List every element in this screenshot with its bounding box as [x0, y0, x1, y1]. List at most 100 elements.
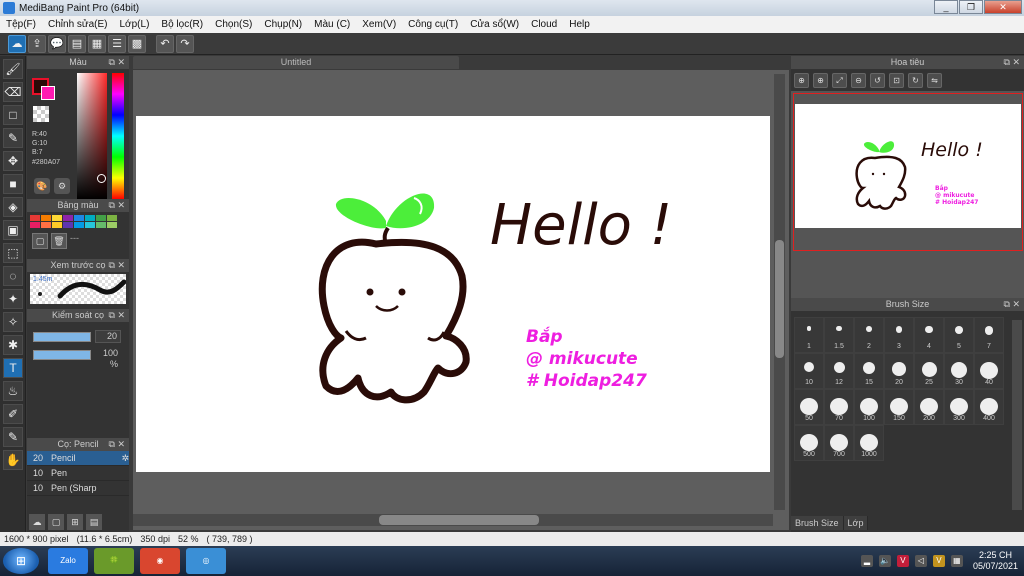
chat-icon[interactable]: 💬 — [48, 34, 66, 53]
brush-size-option[interactable]: 200 — [914, 389, 944, 425]
brush-size-option[interactable]: 15 — [854, 353, 884, 389]
brush-size-option[interactable]: 1 — [794, 317, 824, 353]
volume-icon[interactable]: 🔈 — [878, 555, 891, 567]
brush-size-option[interactable]: 100 — [854, 389, 884, 425]
brush-size-option[interactable]: 700 — [824, 425, 854, 461]
pen-tool-icon[interactable]: ✎ — [3, 128, 23, 148]
new-palette-icon[interactable]: ▢ — [32, 233, 48, 249]
brush-size-option[interactable]: 3 — [884, 317, 914, 353]
menu-select[interactable]: Chọn(S) — [215, 19, 252, 30]
palette-swatch[interactable] — [96, 222, 106, 228]
brush-size-option[interactable]: 70 — [824, 389, 854, 425]
panel-close-icon[interactable]: ⧉ ✕ — [1004, 298, 1020, 311]
panel-close-icon[interactable]: ⧉ ✕ — [109, 438, 125, 451]
cloud-brush-icon[interactable]: ☁ — [29, 514, 45, 530]
palette-swatch[interactable] — [52, 222, 62, 228]
taskbar-zalo[interactable]: Zalo — [48, 548, 88, 574]
brush-item-pen-sharp[interactable]: 10 Pen (Sharp — [27, 481, 129, 496]
palette-swatch[interactable] — [96, 215, 106, 221]
speaker-icon[interactable]: ◁ — [914, 555, 927, 567]
menu-tools[interactable]: Công cụ(T) — [408, 19, 458, 30]
color-picker-marker[interactable] — [97, 174, 106, 183]
brush-size-value[interactable]: 20 — [95, 330, 121, 343]
clock[interactable]: 2:25 CH 05/07/2021 — [973, 550, 1018, 572]
fill-rect-tool-icon[interactable]: ■ — [3, 174, 23, 194]
brush-tool-icon[interactable]: 🖌 — [3, 59, 23, 79]
close-button[interactable]: ✕ — [984, 0, 1022, 14]
palette-swatch[interactable] — [85, 215, 95, 221]
signal-icon[interactable]: ▂ — [860, 555, 873, 567]
vertical-scroll-thumb[interactable] — [775, 240, 784, 358]
rotate-right-icon[interactable]: ↻ — [908, 72, 923, 88]
brush-size-option[interactable]: 25 — [914, 353, 944, 389]
brush-size-option[interactable]: 1000 — [854, 425, 884, 461]
palette-swatch[interactable] — [63, 222, 73, 228]
panel-close-icon[interactable]: ⧉ ✕ — [1004, 56, 1020, 69]
tab-brush-size[interactable]: Brush Size — [791, 516, 844, 530]
brush-item-pencil[interactable]: 20 Pencil ✲ — [27, 451, 129, 466]
bucket-tool-icon[interactable]: ◈ — [3, 197, 23, 217]
eraser-tool-icon[interactable]: ⌫ — [3, 82, 23, 102]
menu-capture[interactable]: Chụp(N) — [264, 19, 302, 30]
menu-help[interactable]: Help — [569, 19, 590, 30]
panel-close-icon[interactable]: ⧉ ✕ — [109, 56, 125, 69]
zoom-in-2-icon[interactable]: ⊕ — [813, 72, 828, 88]
brush-size-scrollbar[interactable] — [1012, 320, 1022, 510]
cloud-icon[interactable]: ☁ — [8, 34, 26, 53]
brush-opacity-slider[interactable] — [33, 350, 91, 360]
brush-size-option[interactable]: 400 — [974, 389, 1004, 425]
taskbar-chrome[interactable]: ◉ — [140, 548, 180, 574]
network-icon[interactable]: ▦ — [950, 555, 963, 567]
list-icon[interactable]: ☰ — [108, 34, 126, 53]
panel-close-icon[interactable]: ⧉ ✕ — [109, 199, 125, 212]
navigator-view[interactable]: Hello ! Bắp @ mikucute # Hoidap247 — [791, 91, 1024, 301]
brush-size-option[interactable]: 30 — [944, 353, 974, 389]
palette-swatch[interactable] — [41, 222, 51, 228]
background-color-swatch[interactable] — [41, 86, 55, 100]
brush-size-option[interactable]: 7 — [974, 317, 1004, 353]
canvas-sheet[interactable]: Hello ! Bắp @ mikucute # Hoidap247 — [136, 116, 770, 472]
menu-color[interactable]: Màu (C) — [314, 19, 350, 30]
menu-layer[interactable]: Lớp(L) — [120, 19, 150, 30]
palette-swatch[interactable] — [30, 222, 40, 228]
brush-settings-icon[interactable]: ▤ — [86, 514, 102, 530]
flip-icon[interactable]: ⇋ — [927, 72, 942, 88]
taskbar-medibang[interactable]: ◎ — [186, 548, 226, 574]
brush-size-option[interactable]: 500 — [794, 425, 824, 461]
canvas-area[interactable]: Hello ! Bắp @ mikucute # Hoidap247 — [133, 70, 789, 530]
panel-close-icon[interactable]: ⧉ ✕ — [109, 259, 125, 272]
add-brush-icon[interactable]: ⊞ — [67, 514, 83, 530]
brush-size-option[interactable]: 2 — [854, 317, 884, 353]
palette-swatch[interactable] — [107, 222, 117, 228]
palette-swatch[interactable] — [74, 215, 84, 221]
layers-icon[interactable]: ▦ — [88, 34, 106, 53]
brush-size-option[interactable]: 12 — [824, 353, 854, 389]
palette-swatch[interactable] — [74, 222, 84, 228]
restore-button[interactable]: ❐ — [959, 0, 983, 14]
select-eraser-tool-icon[interactable]: ✱ — [3, 335, 23, 355]
new-brush-icon[interactable]: ▢ — [48, 514, 64, 530]
horizontal-scrollbar[interactable] — [133, 514, 773, 526]
brush-size-option[interactable]: 4 — [914, 317, 944, 353]
menu-view[interactable]: Xem(V) — [362, 19, 396, 30]
transparent-color-swatch[interactable] — [33, 106, 49, 122]
menu-edit[interactable]: Chỉnh sửa(E) — [48, 19, 108, 30]
unikey-icon[interactable]: V — [932, 555, 945, 567]
taskbar-app-clover[interactable]: 🍀 — [94, 548, 134, 574]
select-tool-icon[interactable]: ⬚ — [3, 243, 23, 263]
horizontal-scroll-thumb[interactable] — [379, 515, 539, 525]
brush-size-slider[interactable] — [33, 332, 91, 342]
palette-swatch[interactable] — [63, 215, 73, 221]
brush-size-option[interactable]: 10 — [794, 353, 824, 389]
document-icon[interactable]: ▤ — [68, 34, 86, 53]
delete-palette-icon[interactable]: 🗑 — [51, 233, 67, 249]
minimize-button[interactable]: _ — [934, 0, 958, 14]
shape-tool-icon[interactable]: □ — [3, 105, 23, 125]
menu-file[interactable]: Tệp(F) — [6, 19, 36, 30]
tab-layers[interactable]: Lớp — [843, 516, 869, 530]
move-tool-icon[interactable]: ✥ — [3, 151, 23, 171]
palette-swatch[interactable] — [85, 222, 95, 228]
brush-item-pen[interactable]: 10 Pen — [27, 466, 129, 481]
palette-swatch[interactable] — [107, 215, 117, 221]
undo-button[interactable]: ↶ — [156, 34, 174, 53]
